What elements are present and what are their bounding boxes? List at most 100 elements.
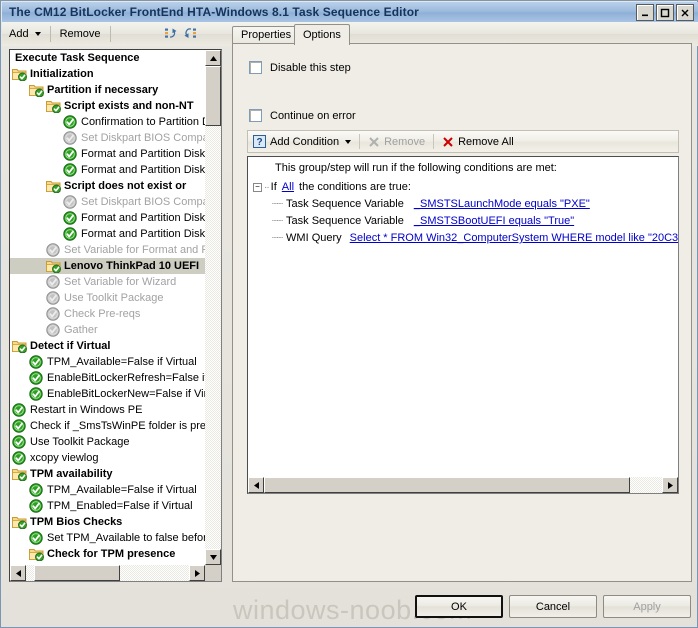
tree-scroll-down-button[interactable] xyxy=(205,549,221,565)
remove-all-conditions-button[interactable]: Remove All xyxy=(437,131,519,152)
tree-item[interactable]: TPM_Enabled=False if Virtual xyxy=(10,498,206,514)
move-up-icon[interactable] xyxy=(161,25,181,43)
condition-value-link[interactable]: _SMSTSLaunchMode equals "PXE" xyxy=(414,198,590,210)
add-condition-button[interactable]: ? Add Condition xyxy=(248,131,356,152)
apply-button[interactable]: Apply xyxy=(603,595,691,618)
tree-item[interactable]: Restart in Windows PE xyxy=(10,402,206,418)
tab-options-label: Options xyxy=(303,29,341,41)
tree-item[interactable]: Check Pre-reqs xyxy=(10,306,206,322)
disable-step-row[interactable]: Disable this step xyxy=(249,61,351,74)
chevron-down-icon xyxy=(34,32,41,36)
tree-vertical-scrollbar[interactable] xyxy=(205,50,221,565)
tab-properties[interactable]: Properties xyxy=(232,26,301,43)
remove-button[interactable]: Remove xyxy=(53,24,108,44)
cancel-button[interactable]: Cancel xyxy=(509,595,597,618)
collapse-expander-icon[interactable]: − xyxy=(253,182,262,192)
conditions-hscroll-thumb[interactable] xyxy=(264,477,630,493)
tree-line: ┈┈ xyxy=(272,232,283,244)
tree-item[interactable]: Format and Partition Disk xyxy=(10,162,206,178)
remove-condition-button[interactable]: Remove xyxy=(363,131,430,152)
tree-scroll-left-button[interactable] xyxy=(10,565,26,581)
tree-item[interactable]: Check for TPM presence xyxy=(10,546,206,562)
tree-scrollbar-corner xyxy=(205,565,221,581)
check-gray-icon xyxy=(46,323,61,337)
condition-value-link[interactable]: Select * FROM Win32_ComputerSystem WHERE… xyxy=(350,232,678,244)
tree-line: ┈┈ xyxy=(272,198,283,210)
if-operator-link[interactable]: All xyxy=(282,181,294,193)
tree-item[interactable]: Use Toolkit Package xyxy=(10,434,206,450)
check-green-icon xyxy=(29,371,44,385)
tree-item[interactable]: Format and Partition Disk xyxy=(10,146,206,162)
tree-item[interactable]: Format and Partition Disk xyxy=(10,210,206,226)
tree-item-label: Partition if necessary xyxy=(47,84,159,96)
if-suffix-label: the conditions are true: xyxy=(299,181,411,193)
maximize-button[interactable] xyxy=(656,4,674,21)
condition-row[interactable]: ┈┈ Task Sequence Variable _SMSTSLaunchMo… xyxy=(272,198,590,210)
tree-item[interactable]: EnableBitLockerNew=False if Virt xyxy=(10,386,206,402)
tree-item[interactable]: EnableBitLockerRefresh=False if xyxy=(10,370,206,386)
tree-item-label: EnableBitLockerRefresh=False if xyxy=(47,372,206,384)
tree-item-label: TPM_Enabled=False if Virtual xyxy=(47,500,193,512)
tree-item[interactable]: Set TPM_Available to false befor xyxy=(10,530,206,546)
tree-hscroll-thumb[interactable] xyxy=(34,565,120,581)
add-button[interactable]: Add xyxy=(2,24,48,44)
tree-item[interactable]: Set Diskpart BIOS Compa xyxy=(10,194,206,210)
tree-item[interactable]: TPM availability xyxy=(10,466,206,482)
window-title: The CM12 BitLocker FrontEnd HTA-Windows … xyxy=(9,5,419,19)
tree-item-label: TPM_Available=False if Virtual xyxy=(47,484,197,496)
tree-item[interactable]: Script exists and non-NT xyxy=(10,98,206,114)
chevron-down-icon xyxy=(345,139,352,144)
tree-item-label: Script does not exist or xyxy=(64,180,187,192)
tree-item[interactable]: Execute Task Sequence xyxy=(10,50,206,66)
tree-item[interactable]: Set Variable for Format and Partit xyxy=(10,242,206,258)
continue-on-error-checkbox[interactable] xyxy=(249,109,262,122)
tree-item-label: Restart in Windows PE xyxy=(30,404,143,416)
tree-scroll-up-button[interactable] xyxy=(205,50,221,66)
tree-item[interactable]: Format and Partition Disk xyxy=(10,226,206,242)
tree-item[interactable]: Initialization xyxy=(10,66,206,82)
close-button[interactable] xyxy=(676,4,694,21)
conditions-horizontal-scrollbar[interactable] xyxy=(248,477,678,493)
tree-item[interactable]: TPM_Available=False if Virtual xyxy=(10,354,206,370)
tree-item[interactable]: Confirmation to Partition D xyxy=(10,114,206,130)
remove-button-label: Remove xyxy=(59,28,101,40)
condition-value-link[interactable]: _SMSTSBootUEFI equals "True" xyxy=(414,215,574,227)
minimize-button[interactable] xyxy=(636,4,654,21)
tree-item[interactable]: Use Toolkit Package xyxy=(10,290,206,306)
remove-all-x-icon xyxy=(442,136,454,148)
move-down-icon[interactable] xyxy=(181,25,201,43)
task-sequence-tree[interactable]: Execute Task Sequence Initialization Parti… xyxy=(9,49,222,582)
tree-scroll-right-button[interactable] xyxy=(189,565,205,581)
tree-line: ┈┈ xyxy=(272,215,283,227)
tree-item[interactable]: Lenovo ThinkPad 10 UEFI xyxy=(10,258,206,274)
condition-type-label: Task Sequence Variable xyxy=(286,198,404,210)
continue-on-error-row[interactable]: Continue on error xyxy=(249,109,356,122)
tree-vscroll-track[interactable] xyxy=(205,66,221,549)
tree-item[interactable]: TPM Bios Checks xyxy=(10,514,206,530)
tree-item-label: xcopy viewlog xyxy=(30,452,99,464)
tree-item[interactable]: Check if _SmsTsWinPE folder is pres xyxy=(10,418,206,434)
tree-item[interactable]: Set Variable for Wizard xyxy=(10,274,206,290)
tree-item[interactable]: Detect if Virtual xyxy=(10,338,206,354)
tree-vscroll-thumb[interactable] xyxy=(205,66,221,126)
tree-item[interactable]: TPM_Available=False if Virtual xyxy=(10,482,206,498)
tab-options[interactable]: Options xyxy=(294,24,350,45)
tree-item[interactable]: Partition if necessary xyxy=(10,82,206,98)
tree-item[interactable]: Set Diskpart BIOS Compa xyxy=(10,130,206,146)
tree-item[interactable]: Script does not exist or xyxy=(10,178,206,194)
disable-step-checkbox[interactable] xyxy=(249,61,262,74)
condition-row[interactable]: ┈┈ Task Sequence Variable _SMSTSBootUEFI… xyxy=(272,215,574,227)
conditions-scroll-right-button[interactable] xyxy=(662,477,678,493)
tree-item[interactable]: xcopy viewlog xyxy=(10,450,206,466)
check-green-icon xyxy=(12,403,27,417)
folder-check-icon xyxy=(12,515,27,529)
conditions-listbox[interactable]: This group/step will run if the followin… xyxy=(247,156,679,494)
tree-item[interactable]: Gather xyxy=(10,322,206,338)
check-green-icon xyxy=(29,531,44,545)
ok-button[interactable]: OK xyxy=(415,595,503,618)
tree-item-label: Execute Task Sequence xyxy=(15,52,140,64)
condition-row[interactable]: ┈┈ WMI Query Select * FROM Win32_Compute… xyxy=(272,232,678,244)
condition-group-if[interactable]: − ·· If All the conditions are true: xyxy=(253,181,411,193)
conditions-scroll-left-button[interactable] xyxy=(248,477,264,493)
tree-horizontal-scrollbar[interactable] xyxy=(10,565,205,581)
